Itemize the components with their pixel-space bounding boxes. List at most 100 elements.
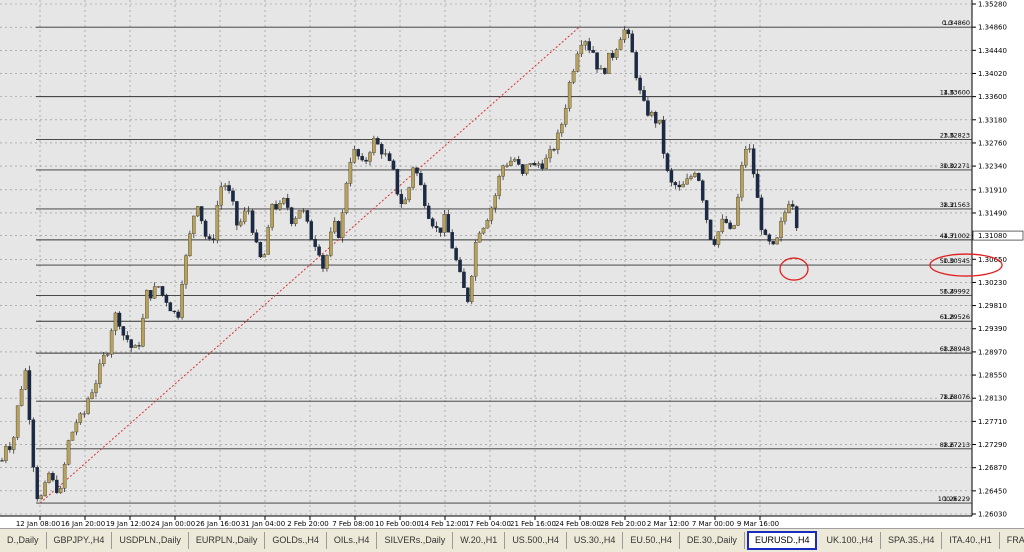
candle-body: [747, 148, 752, 150]
fib-level-price: 1.34860: [943, 19, 970, 27]
candle-body: [293, 218, 298, 224]
candle-body: [317, 246, 321, 256]
y-tick-label: 1.34860: [978, 24, 1007, 32]
candle-body: [442, 214, 447, 233]
candle-body: [168, 302, 173, 312]
y-tick-label: 1.27710: [978, 418, 1007, 426]
candle-body: [66, 440, 71, 465]
candle-body: [368, 152, 372, 162]
y-tick-label: 1.35280: [978, 1, 1007, 9]
candle-body: [642, 90, 646, 101]
price-chart[interactable]: 0.0 1.34860 14.6 1.33600 23.6 1.32823 30.0 1.32…: [0, 0, 1024, 551]
chart-tab[interactable]: DE.30.,Daily: [680, 532, 745, 549]
candle-body: [195, 206, 200, 217]
candle-body: [129, 339, 133, 348]
candle-body: [376, 138, 380, 145]
candle-body: [669, 170, 674, 183]
fib-level-price: 1.31563: [943, 201, 970, 209]
y-tick-label: 1.34020: [978, 70, 1007, 78]
candle-body: [372, 138, 376, 153]
chart-tab[interactable]: OILs.,H4: [327, 532, 378, 549]
chart-tab[interactable]: EU.50.,H4: [623, 532, 680, 549]
candle-body: [685, 178, 689, 185]
candle-body: [164, 294, 169, 303]
chart-tab[interactable]: W.20.,H1: [453, 532, 506, 549]
candle-body: [321, 255, 325, 269]
candle-body: [62, 464, 67, 489]
y-tick-label: 1.28130: [978, 395, 1007, 403]
candle-body: [771, 241, 775, 245]
candle-body: [31, 419, 36, 468]
chart-tab[interactable]: GOLDs.,H4: [265, 532, 327, 549]
candle-body: [501, 165, 505, 177]
chart-tab[interactable]: GBPJPY.,H4: [47, 532, 113, 549]
chart-tab[interactable]: UK.100.,H4: [819, 532, 881, 549]
candle-body: [489, 207, 494, 221]
candle-body: [105, 354, 110, 356]
chart-tab[interactable]: SPA.35.,H4: [881, 532, 943, 549]
candle-body: [783, 212, 787, 222]
fib-level-price: 1.26229: [943, 495, 970, 503]
candle-body: [591, 50, 595, 53]
candle-body: [630, 33, 635, 53]
candle-body: [242, 210, 247, 223]
fib-level-price: 1.29526: [943, 313, 970, 321]
candle-body: [693, 173, 697, 177]
candle-body: [305, 210, 310, 222]
chart-canvas[interactable]: 0.01.3486014.61.3360023.61.3282330.01.32…: [0, 0, 1024, 528]
candle-body: [524, 164, 529, 174]
candle-body: [109, 330, 114, 355]
candle-body: [254, 232, 259, 243]
candle-body: [82, 413, 86, 415]
candle-body: [156, 286, 161, 288]
fib-level-price: 1.33600: [943, 89, 970, 97]
candle-body: [563, 108, 568, 125]
x-tick-label: 7 Mar 00:00: [692, 520, 734, 528]
x-tick-label: 16 Jan 20:00: [61, 520, 105, 528]
chart-tab[interactable]: USDPLN.,Daily: [112, 532, 189, 549]
fib-level-price: 1.31002: [943, 232, 970, 240]
candle-body: [458, 259, 462, 273]
y-tick-label: 1.31490: [978, 209, 1007, 217]
candle-body: [712, 239, 717, 245]
candle-body: [751, 148, 756, 175]
candle-body: [211, 238, 216, 241]
candle-body: [454, 248, 458, 261]
candle-body: [289, 207, 294, 224]
chart-tab[interactable]: US.30.,H4: [567, 532, 624, 549]
candle-body: [364, 159, 368, 162]
chart-tab[interactable]: FRA.40.,M30: [1000, 532, 1024, 549]
x-tick-label: 26 Jan 16:00: [196, 520, 240, 528]
candle-body: [520, 164, 525, 174]
chart-tab[interactable]: EURPLN.,Daily: [189, 532, 266, 549]
candle-body: [325, 255, 329, 269]
candle-body: [356, 149, 360, 157]
fib-level-price: 1.29992: [943, 288, 970, 296]
y-tick-label: 1.29390: [978, 325, 1007, 333]
candle-body: [207, 236, 212, 239]
candle-body: [399, 193, 404, 205]
chart-tab[interactable]: ITA.40.,H1: [942, 532, 1000, 549]
candle-body: [98, 363, 102, 384]
candle-body: [387, 153, 392, 161]
chart-tab[interactable]: SILVERs.,Daily: [377, 532, 454, 549]
chart-tab[interactable]: US.500.,H4: [505, 532, 567, 549]
chart-tab[interactable]: D.,Daily: [0, 532, 47, 549]
candle-body: [336, 221, 341, 238]
chart-tab[interactable]: EURUSD.,H4: [746, 531, 818, 550]
candle-body: [470, 276, 474, 302]
candle-body: [239, 221, 243, 226]
candle-body: [403, 199, 407, 205]
candle-body: [19, 389, 24, 406]
candle-body: [270, 204, 274, 228]
candle-body: [203, 220, 208, 237]
candle-body: [219, 186, 223, 206]
candle-body: [176, 311, 180, 318]
candle-body: [313, 238, 317, 247]
candle-body: [188, 233, 192, 256]
fib-level-price: 1.30545: [943, 257, 970, 265]
candle-body: [595, 52, 599, 70]
candle-body: [23, 370, 28, 390]
candle-body: [297, 210, 302, 219]
candle-body: [172, 310, 176, 313]
